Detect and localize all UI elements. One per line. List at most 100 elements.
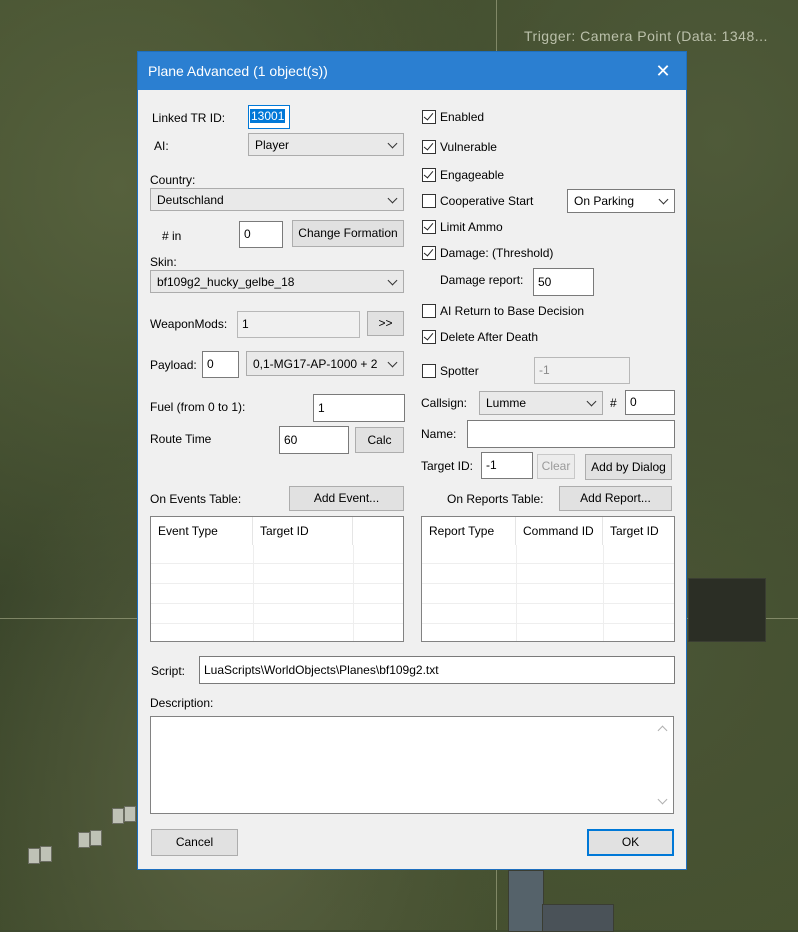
map-trigger-label: Trigger: Camera Point (Data: 1348...: [524, 28, 768, 44]
linked-tr-label: Linked TR ID:: [152, 111, 226, 125]
callsign-number-input[interactable]: 0: [625, 390, 675, 415]
table-row: [151, 563, 403, 584]
change-formation-button[interactable]: Change Formation: [292, 220, 404, 247]
country-select[interactable]: Deutschland: [150, 188, 404, 211]
events-table-label: On Events Table:: [150, 492, 242, 506]
enabled-label: Enabled: [440, 110, 485, 124]
target-id-input[interactable]: -1: [481, 452, 533, 479]
skin-label: Skin:: [150, 255, 177, 269]
reports-table-label: On Reports Table:: [447, 492, 544, 506]
table-row: [422, 563, 674, 584]
dialog-title: Plane Advanced (1 object(s)): [148, 63, 328, 79]
scroll-down-icon[interactable]: [657, 794, 668, 805]
spotter-input[interactable]: -1: [534, 357, 630, 384]
damage-threshold-label: Damage: (Threshold): [440, 246, 554, 260]
callsign-hash-label: #: [610, 396, 617, 410]
table-row: [422, 583, 674, 604]
chevron-down-icon: [586, 396, 597, 407]
chevron-down-icon: [387, 357, 398, 368]
name-input[interactable]: [467, 420, 675, 448]
close-icon[interactable]: ✕: [640, 52, 686, 90]
ai-return-label: AI Return to Base Decision: [440, 304, 585, 318]
cooperative-start-checkbox[interactable]: [422, 194, 436, 208]
damage-threshold-checkbox[interactable]: [422, 246, 436, 260]
ai-label: AI:: [154, 139, 169, 153]
spotter-checkbox[interactable]: [422, 364, 436, 378]
reports-column-header[interactable]: Report Type: [422, 517, 516, 545]
cancel-button[interactable]: Cancel: [151, 829, 238, 856]
chevron-down-icon: [658, 194, 669, 205]
map-hangar: [124, 806, 136, 822]
table-row: [151, 603, 403, 624]
table-row: [422, 623, 674, 641]
callsign-select[interactable]: Lumme: [479, 391, 603, 415]
reports-table[interactable]: Report Type Command ID Target ID: [421, 516, 675, 642]
map-hangar: [40, 846, 52, 862]
chevron-down-icon: [387, 138, 398, 149]
payload-input[interactable]: 0: [202, 351, 239, 378]
ai-return-checkbox[interactable]: [422, 304, 436, 318]
country-label: Country:: [150, 173, 196, 187]
payload-select[interactable]: 0,1-MG17-AP-1000 + 2: [246, 351, 404, 376]
table-row: [151, 583, 403, 604]
events-column-header[interactable]: Event Type: [151, 517, 253, 545]
plane-advanced-dialog: Plane Advanced (1 object(s)) ✕ Linked TR…: [137, 51, 687, 870]
ai-select[interactable]: Player: [248, 133, 404, 156]
weaponmods-label: WeaponMods:: [150, 317, 228, 331]
linked-tr-input[interactable]: 13001: [248, 105, 290, 129]
engageable-label: Engageable: [440, 168, 505, 182]
add-report-button[interactable]: Add Report...: [559, 486, 672, 511]
skin-select[interactable]: bf109g2_hucky_gelbe_18: [150, 270, 404, 293]
target-id-label: Target ID:: [421, 459, 474, 473]
fuel-input[interactable]: 1: [313, 394, 405, 422]
route-time-input[interactable]: 60: [279, 426, 349, 454]
events-column-header[interactable]: Target ID: [253, 517, 353, 545]
vulnerable-label: Vulnerable: [440, 140, 497, 154]
enabled-checkbox[interactable]: [422, 110, 436, 124]
chevron-down-icon: [387, 193, 398, 204]
chevron-down-icon: [387, 275, 398, 286]
damage-report-label: Damage report:: [440, 273, 524, 287]
reports-column-header[interactable]: Target ID: [603, 517, 674, 545]
map-hangar: [90, 830, 102, 846]
limit-ammo-label: Limit Ammo: [440, 220, 503, 234]
ok-button[interactable]: OK: [587, 829, 674, 856]
cooperative-start-label: Cooperative Start: [440, 194, 534, 208]
damage-report-input[interactable]: 50: [533, 268, 594, 296]
delete-after-death-label: Delete After Death: [440, 330, 539, 344]
weaponmods-expand-button[interactable]: >>: [367, 311, 404, 336]
callsign-label: Callsign:: [421, 396, 468, 410]
name-label: Name:: [421, 427, 457, 441]
payload-label: Payload:: [150, 358, 197, 372]
spotter-label: Spotter: [440, 364, 479, 378]
num-in-input[interactable]: 0: [239, 221, 283, 248]
table-row: [151, 623, 403, 641]
add-event-button[interactable]: Add Event...: [289, 486, 404, 511]
engageable-checkbox[interactable]: [422, 168, 436, 182]
map-building: [508, 870, 544, 932]
script-path-input[interactable]: LuaScripts\WorldObjects\Planes\bf109g2.t…: [199, 656, 675, 684]
script-label: Script:: [151, 664, 186, 678]
delete-after-death-checkbox[interactable]: [422, 330, 436, 344]
num-in-label: # in: [162, 229, 182, 243]
dialog-titlebar[interactable]: Plane Advanced (1 object(s)) ✕: [138, 52, 686, 90]
calc-button[interactable]: Calc: [355, 427, 404, 453]
map-hangar: [112, 808, 124, 824]
events-table[interactable]: Event Type Target ID: [150, 516, 404, 642]
fuel-label: Fuel (from 0 to 1):: [150, 400, 246, 414]
reports-column-header[interactable]: Command ID: [516, 517, 603, 545]
clear-target-button[interactable]: Clear: [537, 454, 575, 479]
map-building: [688, 578, 766, 642]
scroll-up-icon[interactable]: [657, 725, 668, 736]
map-hangar: [78, 832, 90, 848]
weaponmods-input[interactable]: 1: [237, 311, 360, 338]
limit-ammo-checkbox[interactable]: [422, 220, 436, 234]
map-building: [542, 904, 614, 932]
description-textarea[interactable]: [150, 716, 674, 814]
route-time-label: Route Time: [150, 432, 212, 446]
add-by-dialog-button[interactable]: Add by Dialog: [585, 454, 672, 480]
map-hangar: [28, 848, 40, 864]
table-row: [422, 603, 674, 624]
cooperative-start-select[interactable]: On Parking: [567, 189, 675, 213]
vulnerable-checkbox[interactable]: [422, 140, 436, 154]
